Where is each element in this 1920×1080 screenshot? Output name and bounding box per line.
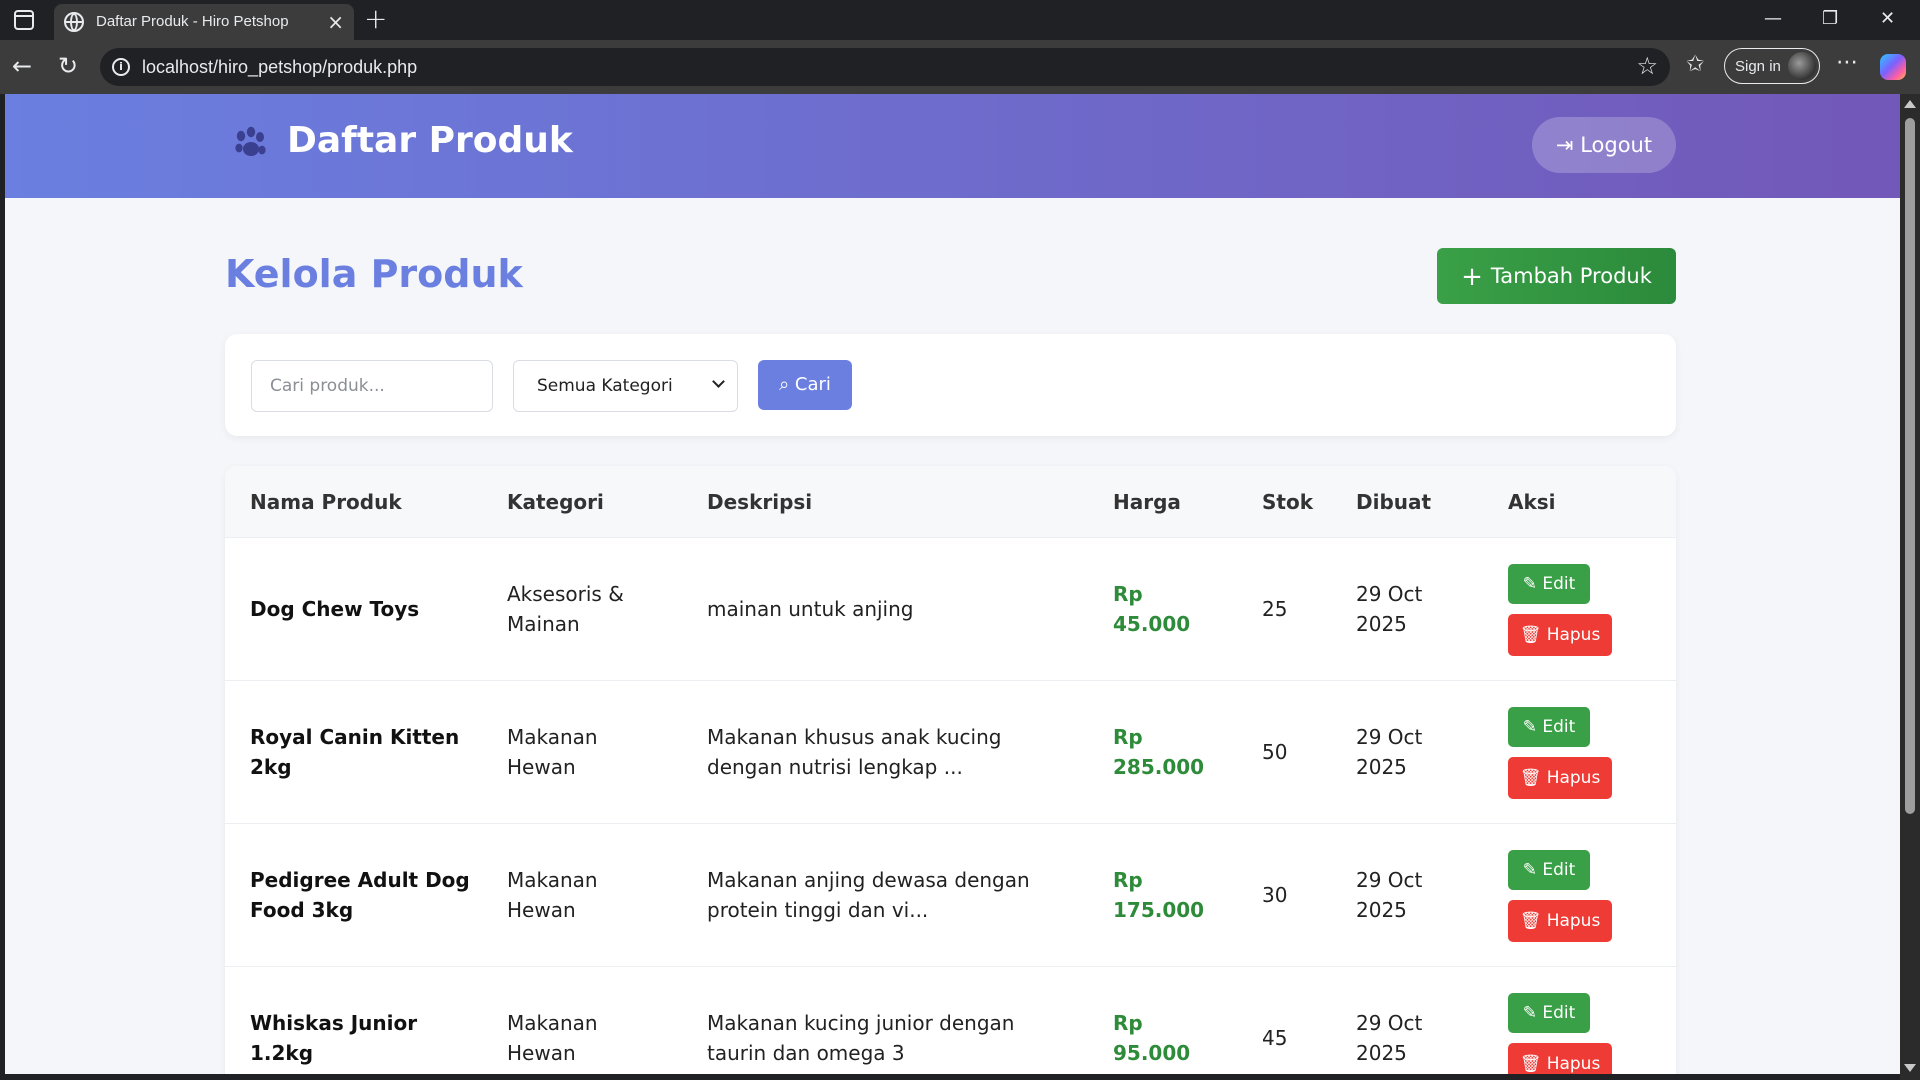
table-row: Dog Chew Toys Aksesoris & Mainan mainan u… bbox=[225, 538, 1676, 681]
delete-button[interactable]: 🗑 Hapus bbox=[1508, 1043, 1612, 1074]
url-text[interactable]: localhost/hiro_petshop/produk.php bbox=[142, 57, 417, 78]
table-header: Nama Produk Kategori Deskripsi Harga Sto… bbox=[225, 466, 1676, 538]
search-button[interactable]: ⌕ Cari bbox=[758, 360, 852, 410]
delete-button[interactable]: 🗑 Hapus bbox=[1508, 900, 1612, 942]
favorites-icon[interactable]: ✩ bbox=[1686, 52, 1704, 77]
app-header: Daftar Produk ⇥ Logout bbox=[5, 94, 1900, 198]
product-category: Makanan Hewan bbox=[507, 1011, 598, 1065]
avatar bbox=[1788, 52, 1816, 80]
page-scrollbar[interactable] bbox=[1900, 94, 1920, 1080]
product-description: Makanan anjing dewasa dengan protein ting… bbox=[707, 868, 1030, 922]
browser-tab[interactable]: Daftar Produk - Hiro Petshop × bbox=[54, 4, 354, 40]
address-bar[interactable]: i localhost/hiro_petshop/produk.php ☆ bbox=[100, 48, 1670, 86]
paw-icon bbox=[235, 126, 266, 156]
table-row: Whiskas Junior 1.2kg Makanan Hewan Makanan… bbox=[225, 967, 1676, 1074]
product-created: 29 Oct 2025 bbox=[1356, 725, 1423, 779]
product-price: Rp 95.000 bbox=[1113, 1011, 1191, 1065]
star-icon[interactable]: ☆ bbox=[1636, 52, 1658, 80]
column-header-category: Kategori bbox=[507, 490, 604, 514]
column-header-name: Nama Produk bbox=[250, 490, 402, 514]
plus-icon: + bbox=[1461, 262, 1483, 292]
tab-title: Daftar Produk - Hiro Petshop bbox=[96, 13, 289, 30]
minimize-icon[interactable]: — bbox=[1764, 8, 1782, 29]
product-price: Rp 285.000 bbox=[1113, 725, 1205, 779]
edit-icon: ✎ bbox=[1522, 860, 1537, 880]
product-table: Nama Produk Kategori Deskripsi Harga Sto… bbox=[225, 466, 1676, 1074]
browser-tab-strip: Daftar Produk - Hiro Petshop × + — ❐ ✕ bbox=[0, 0, 1920, 40]
trash-icon: 🗑 bbox=[1519, 768, 1542, 788]
product-stock: 25 bbox=[1262, 597, 1288, 621]
table-row: Pedigree Adult Dog Food 3kg Makanan Hewan … bbox=[225, 824, 1676, 967]
reload-icon[interactable]: ↻ bbox=[58, 52, 78, 80]
scroll-up-icon[interactable] bbox=[1904, 100, 1916, 108]
column-header-actions: Aksi bbox=[1508, 490, 1556, 514]
product-category: Makanan Hewan bbox=[507, 868, 598, 922]
search-icon: ⌕ bbox=[779, 374, 790, 395]
site-info-icon[interactable]: i bbox=[112, 58, 130, 76]
product-created: 29 Oct 2025 bbox=[1356, 1011, 1423, 1065]
edit-icon: ✎ bbox=[1522, 717, 1537, 737]
new-tab-icon[interactable]: + bbox=[364, 2, 387, 35]
trash-icon: 🗑 bbox=[1519, 1054, 1542, 1074]
logout-icon: ⇥ bbox=[1555, 133, 1574, 157]
product-name: Whiskas Junior 1.2kg bbox=[250, 1011, 418, 1065]
product-created: 29 Oct 2025 bbox=[1356, 868, 1423, 922]
add-product-button[interactable]: + Tambah Produk bbox=[1437, 248, 1676, 304]
back-icon[interactable]: ← bbox=[12, 52, 32, 80]
column-header-created: Dibuat bbox=[1356, 490, 1432, 514]
product-price: Rp 45.000 bbox=[1113, 582, 1191, 636]
scroll-down-icon[interactable] bbox=[1904, 1064, 1916, 1072]
product-description: Makanan kucing junior dengan taurin dan o… bbox=[707, 1011, 1015, 1065]
delete-button[interactable]: 🗑 Hapus bbox=[1508, 757, 1612, 799]
browser-toolbar: ← ↻ i localhost/hiro_petshop/produk.php … bbox=[0, 40, 1920, 94]
globe-icon bbox=[64, 12, 84, 32]
product-category: Aksesoris & Mainan bbox=[507, 582, 624, 636]
search-button-label: Cari bbox=[794, 374, 831, 395]
product-description: Makanan khusus anak kucing dengan nutrisi… bbox=[707, 725, 1002, 779]
category-select[interactable]: Semua Kategori bbox=[513, 360, 738, 412]
edit-icon: ✎ bbox=[1522, 574, 1537, 594]
close-tab-icon[interactable]: × bbox=[327, 10, 344, 34]
product-price: Rp 175.000 bbox=[1113, 868, 1205, 922]
product-stock: 30 bbox=[1262, 883, 1288, 907]
logout-button[interactable]: ⇥ Logout bbox=[1532, 117, 1676, 173]
sign-in-label: Sign in bbox=[1735, 58, 1781, 75]
edit-button[interactable]: ✎ Edit bbox=[1508, 993, 1590, 1033]
scroll-thumb[interactable] bbox=[1905, 118, 1915, 814]
edit-button[interactable]: ✎ Edit bbox=[1508, 564, 1590, 604]
more-icon[interactable]: ⋯ bbox=[1836, 50, 1858, 75]
table-row: Royal Canin Kitten 2kg Makanan Hewan Makan… bbox=[225, 681, 1676, 824]
logout-label: Logout bbox=[1580, 133, 1653, 157]
product-name: Dog Chew Toys bbox=[250, 597, 420, 621]
edit-icon: ✎ bbox=[1522, 1003, 1537, 1023]
section-heading: Kelola Produk bbox=[225, 252, 523, 296]
trash-icon: 🗑 bbox=[1519, 911, 1542, 931]
close-window-icon[interactable]: ✕ bbox=[1880, 8, 1895, 29]
page-title: Daftar Produk bbox=[287, 120, 573, 161]
add-product-label: Tambah Produk bbox=[1490, 264, 1652, 288]
edit-button[interactable]: ✎ Edit bbox=[1508, 850, 1590, 890]
sign-in-button[interactable]: Sign in bbox=[1724, 48, 1820, 84]
page-viewport: Daftar Produk ⇥ Logout Kelola Produk + Ta… bbox=[5, 94, 1900, 1074]
column-header-stock: Stok bbox=[1262, 490, 1314, 514]
product-name: Pedigree Adult Dog Food 3kg bbox=[250, 868, 470, 922]
restore-icon[interactable]: ❐ bbox=[1822, 8, 1838, 29]
column-header-price: Harga bbox=[1113, 490, 1181, 514]
product-created: 29 Oct 2025 bbox=[1356, 582, 1423, 636]
product-category: Makanan Hewan bbox=[507, 725, 598, 779]
search-input[interactable] bbox=[251, 360, 493, 412]
delete-button[interactable]: 🗑 Hapus bbox=[1508, 614, 1612, 656]
column-header-description: Deskripsi bbox=[707, 490, 813, 514]
product-name: Royal Canin Kitten 2kg bbox=[250, 725, 460, 779]
filter-card: Semua Kategori ⌕ Cari bbox=[225, 334, 1676, 436]
category-selected-value: Semua Kategori bbox=[537, 376, 673, 396]
product-description: mainan untuk anjing bbox=[707, 597, 914, 621]
chevron-down-icon bbox=[712, 375, 725, 388]
tab-actions-icon[interactable] bbox=[14, 10, 34, 30]
product-stock: 50 bbox=[1262, 740, 1288, 764]
copilot-icon[interactable] bbox=[1880, 54, 1906, 80]
product-stock: 45 bbox=[1262, 1026, 1288, 1050]
edit-button[interactable]: ✎ Edit bbox=[1508, 707, 1590, 747]
trash-icon: 🗑 bbox=[1519, 625, 1542, 645]
